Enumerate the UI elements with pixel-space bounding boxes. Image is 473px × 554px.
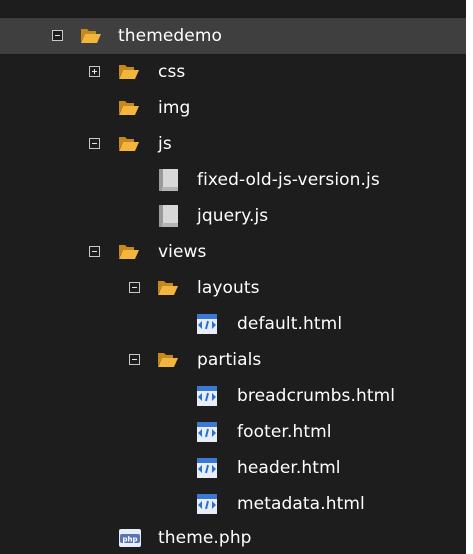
html-file-icon bbox=[197, 386, 217, 406]
folder-open-icon bbox=[158, 281, 178, 295]
folder-open-icon bbox=[119, 65, 139, 79]
tree-node-label: css bbox=[158, 62, 186, 82]
tree-node-label: fixed-old-js-version.js bbox=[197, 170, 380, 190]
tree-node-label: default.html bbox=[237, 314, 343, 334]
window-edge bbox=[466, 0, 473, 554]
tree-node-label: breadcrumbs.html bbox=[237, 386, 396, 406]
expand-toggle-icon[interactable] bbox=[89, 66, 100, 77]
tree-node-img[interactable]: img bbox=[0, 90, 466, 126]
folder-open-icon bbox=[81, 29, 101, 43]
php-file-icon: php bbox=[119, 529, 141, 547]
html-file-icon bbox=[197, 494, 217, 514]
tree-node-js[interactable]: js bbox=[0, 126, 466, 162]
file-icon bbox=[159, 169, 178, 191]
tree-node-themedemo[interactable]: themedemo bbox=[0, 18, 466, 54]
tree-node-label: metadata.html bbox=[237, 494, 365, 514]
html-file-icon bbox=[197, 314, 217, 334]
tree-node-views[interactable]: views bbox=[0, 234, 466, 270]
tree-node-label: js bbox=[158, 134, 172, 154]
collapse-toggle-icon[interactable] bbox=[129, 282, 140, 293]
tree-node-label: theme.php bbox=[158, 528, 252, 548]
collapse-toggle-icon[interactable] bbox=[52, 30, 63, 41]
tree-node-theme-php[interactable]: php theme.php bbox=[0, 520, 466, 554]
tree-node-label: img bbox=[158, 98, 191, 118]
tree-node-layouts[interactable]: layouts bbox=[0, 270, 466, 306]
tree-node-jquery[interactable]: jquery.js bbox=[0, 198, 466, 234]
tree-node-partials[interactable]: partials bbox=[0, 342, 466, 378]
tree-node-label: themedemo bbox=[118, 26, 223, 46]
folder-open-icon bbox=[119, 101, 139, 115]
tree-node-label: layouts bbox=[197, 278, 260, 298]
svg-text:php: php bbox=[122, 536, 137, 544]
tree-node-label: jquery.js bbox=[197, 206, 269, 226]
tree-node-label: views bbox=[158, 242, 207, 262]
folder-open-icon bbox=[119, 137, 139, 151]
collapse-toggle-icon[interactable] bbox=[89, 138, 100, 149]
tree-node-footer-html[interactable]: footer.html bbox=[0, 414, 466, 450]
folder-open-icon bbox=[158, 353, 178, 367]
top-edge bbox=[0, 0, 466, 8]
tree-node-fixed-old-js-version[interactable]: fixed-old-js-version.js bbox=[0, 162, 466, 198]
folder-open-icon bbox=[119, 245, 139, 259]
file-icon bbox=[159, 205, 178, 227]
html-file-icon bbox=[197, 458, 217, 478]
tree-node-metadata-html[interactable]: metadata.html bbox=[0, 486, 466, 522]
html-file-icon bbox=[197, 422, 217, 442]
collapse-toggle-icon[interactable] bbox=[89, 246, 100, 257]
tree-node-header-html[interactable]: header.html bbox=[0, 450, 466, 486]
tree-node-label: header.html bbox=[237, 458, 341, 478]
tree-node-breadcrumbs-html[interactable]: breadcrumbs.html bbox=[0, 378, 466, 414]
tree-node-label: footer.html bbox=[237, 422, 332, 442]
tree-node-default-html[interactable]: default.html bbox=[0, 306, 466, 342]
tree-node-label: partials bbox=[197, 350, 262, 370]
file-tree-panel: themedemo css img js fixed-old-js-versio… bbox=[0, 0, 466, 554]
collapse-toggle-icon[interactable] bbox=[129, 354, 140, 365]
tree-node-css[interactable]: css bbox=[0, 54, 466, 90]
